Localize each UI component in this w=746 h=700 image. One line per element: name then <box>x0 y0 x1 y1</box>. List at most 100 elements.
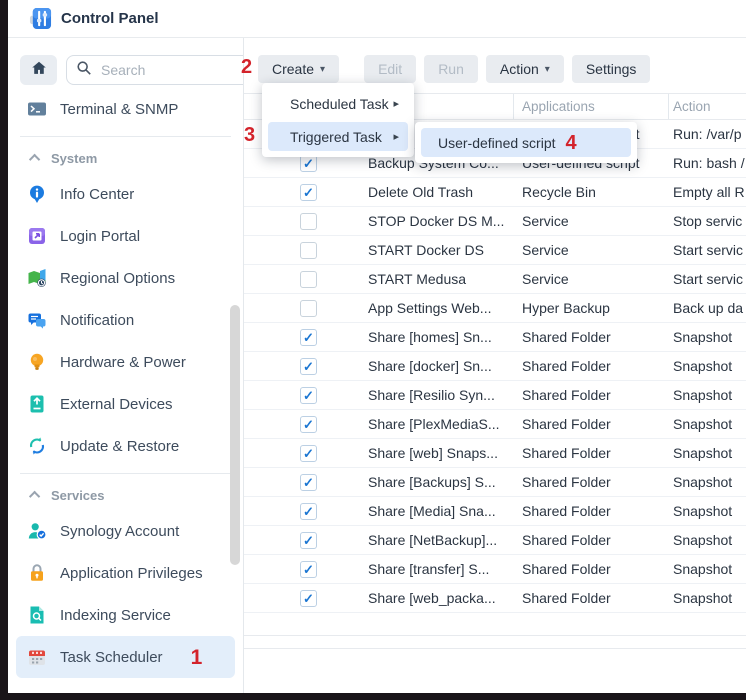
menu-item-scheduled-task[interactable]: Scheduled Task▸ <box>268 89 408 118</box>
sidebar: Terminal & SNMP System Info Center Login Po… <box>8 38 244 693</box>
application-cell: Service <box>522 236 569 264</box>
table-row[interactable]: ✓Share [NetBackup]...Shared FolderSnapsh… <box>244 526 746 555</box>
table-row[interactable]: START MedusaServiceStart servic <box>244 265 746 294</box>
table-row[interactable]: ✓Delete Old TrashRecycle BinEmpty all R <box>244 178 746 207</box>
external-devices-icon <box>27 394 47 414</box>
checkbox-checked[interactable]: ✓ <box>300 532 317 549</box>
sidebar-item-application-privileges[interactable]: Application Privileges <box>16 552 235 594</box>
action-cell: Snapshot <box>673 410 746 438</box>
checkbox-checked[interactable]: ✓ <box>300 387 317 404</box>
task-name-cell: STOP Docker DS M... <box>368 207 504 235</box>
checkbox-checked[interactable]: ✓ <box>300 590 317 607</box>
settings-button[interactable]: Settings <box>572 55 651 83</box>
button-label: Edit <box>378 61 402 77</box>
sidebar-item-login-portal[interactable]: Login Portal <box>16 215 235 257</box>
application-cell: Shared Folder <box>522 381 611 409</box>
sidebar-item-update-restore[interactable]: Update & Restore <box>16 425 235 467</box>
search-input[interactable] <box>99 61 244 79</box>
action-cell: Snapshot <box>673 584 746 612</box>
table-row[interactable]: App Settings Web...Hyper BackupBack up d… <box>244 294 746 323</box>
action-cell: Snapshot <box>673 381 746 409</box>
table-row[interactable]: STOP Docker DS M...ServiceStop servic <box>244 207 746 236</box>
action-button[interactable]: Action▾ <box>486 55 564 83</box>
chevron-up-icon <box>29 491 40 502</box>
task-name-cell: Share [PlexMediaS... <box>368 410 500 438</box>
task-scheduler-icon <box>27 647 47 667</box>
sidebar-item-terminal-snmp[interactable]: Terminal & SNMP <box>16 88 235 130</box>
synology-account-icon <box>27 521 47 541</box>
search-box[interactable] <box>66 55 244 85</box>
checkbox-checked[interactable]: ✓ <box>300 155 317 172</box>
table-row[interactable]: ✓Share [Media] Sna...Shared FolderSnapsh… <box>244 497 746 526</box>
button-label: Run <box>438 61 464 77</box>
home-button[interactable] <box>20 55 57 85</box>
sidebar-item-synology-account[interactable]: Synology Account <box>16 510 235 552</box>
application-cell: Shared Folder <box>522 410 611 438</box>
application-cell: Shared Folder <box>522 323 611 351</box>
table-row[interactable]: START Docker DS Service Start servic <box>244 236 746 265</box>
checkbox-checked[interactable]: ✓ <box>300 445 317 462</box>
header-applications[interactable]: Applications <box>522 94 595 120</box>
table-row[interactable]: ✓Share [docker] Sn...Shared FolderSnapsh… <box>244 352 746 381</box>
sidebar-item-indexing-service[interactable]: Indexing Service <box>16 594 235 636</box>
run-button[interactable]: Run <box>424 55 478 83</box>
header-action[interactable]: Action <box>673 94 711 120</box>
table-row[interactable]: ✓ Share [web] Snaps... Shared Folder Snapsh… <box>244 439 746 468</box>
column-separator <box>513 94 514 119</box>
action-cell: Start servic <box>673 236 746 264</box>
checkbox-checked[interactable]: ✓ <box>300 184 317 201</box>
sidebar-item-label: Hardware & Power <box>60 354 186 371</box>
menu-item-user-defined-script[interactable]: User-defined script4 <box>421 128 631 157</box>
sidebar-nav: Terminal & SNMP System Info Center Login Po… <box>8 88 243 678</box>
checkbox-checked[interactable]: ✓ <box>300 358 317 375</box>
application-cell: Shared Folder <box>522 497 611 525</box>
checkbox-checked[interactable]: ✓ <box>300 503 317 520</box>
sidebar-item-external-devices[interactable]: External Devices <box>16 383 235 425</box>
sidebar-section-system[interactable]: System <box>8 143 243 173</box>
action-cell: Snapshot <box>673 439 746 467</box>
sidebar-item-task-scheduler[interactable]: Task Scheduler1 <box>16 636 235 678</box>
table-row[interactable]: ✓Share [web_packa...Shared FolderSnapsho… <box>244 584 746 613</box>
sidebar-item-label: Application Privileges <box>60 565 203 582</box>
sidebar-item-info-center[interactable]: Info Center <box>16 173 235 215</box>
application-cell: Shared Folder <box>522 526 611 554</box>
sidebar-item-notification[interactable]: Notification <box>16 299 235 341</box>
checkbox-checked[interactable]: ✓ <box>300 329 317 346</box>
task-name-cell: START Docker DS <box>368 236 484 264</box>
sidebar-divider <box>20 136 231 137</box>
action-cell: Snapshot <box>673 352 746 380</box>
checkbox-unchecked[interactable] <box>300 213 317 230</box>
action-cell: Run: /var/p <box>673 120 746 148</box>
checkbox-unchecked[interactable] <box>300 242 317 259</box>
sidebar-item-hardware-power[interactable]: Hardware & Power <box>16 341 235 383</box>
table-row[interactable]: ✓Share [homes] Sn...Shared FolderSnapsho… <box>244 323 746 352</box>
edit-button[interactable]: Edit <box>364 55 416 83</box>
sidebar-scrollbar-thumb[interactable] <box>230 305 240 565</box>
menu-item-triggered-task[interactable]: Triggered Task▸ <box>268 122 408 151</box>
table-row[interactable]: ✓Share [Resilio Syn...Shared FolderSnaps… <box>244 381 746 410</box>
regional-options-icon <box>27 268 47 288</box>
action-cell: Start servic <box>673 265 746 293</box>
sidebar-section-services[interactable]: Services <box>8 480 243 510</box>
checkbox-checked[interactable]: ✓ <box>300 561 317 578</box>
checkbox-checked[interactable]: ✓ <box>300 416 317 433</box>
create-button[interactable]: Create▾ <box>258 55 339 83</box>
checkbox-unchecked[interactable] <box>300 271 317 288</box>
menu-item-label: Triggered Task <box>290 129 382 145</box>
sidebar-item-label: Info Center <box>60 186 134 203</box>
sidebar-item-regional-options[interactable]: Regional Options <box>16 257 235 299</box>
button-label: Action <box>500 61 539 77</box>
application-cell: Shared Folder <box>522 439 611 467</box>
task-name-cell: Share [transfer] S... <box>368 555 489 583</box>
sidebar-item-label: Update & Restore <box>60 438 179 455</box>
table-row[interactable]: ✓Share [transfer] S...Shared FolderSnaps… <box>244 555 746 584</box>
application-cell: Hyper Backup <box>522 294 610 322</box>
task-name-cell: Share [web] Snaps... <box>368 439 498 467</box>
terminal-snmp-icon <box>27 99 47 119</box>
table-row[interactable]: ✓Share [Backups] S...Shared FolderSnapsh… <box>244 468 746 497</box>
table-row[interactable]: ✓ Share [PlexMediaS... Shared Folder Snapsh… <box>244 410 746 439</box>
checkbox-checked[interactable]: ✓ <box>300 474 317 491</box>
task-name-cell: Share [Backups] S... <box>368 468 496 496</box>
checkbox-unchecked[interactable] <box>300 300 317 317</box>
sidebar-item-label: Indexing Service <box>60 607 171 624</box>
